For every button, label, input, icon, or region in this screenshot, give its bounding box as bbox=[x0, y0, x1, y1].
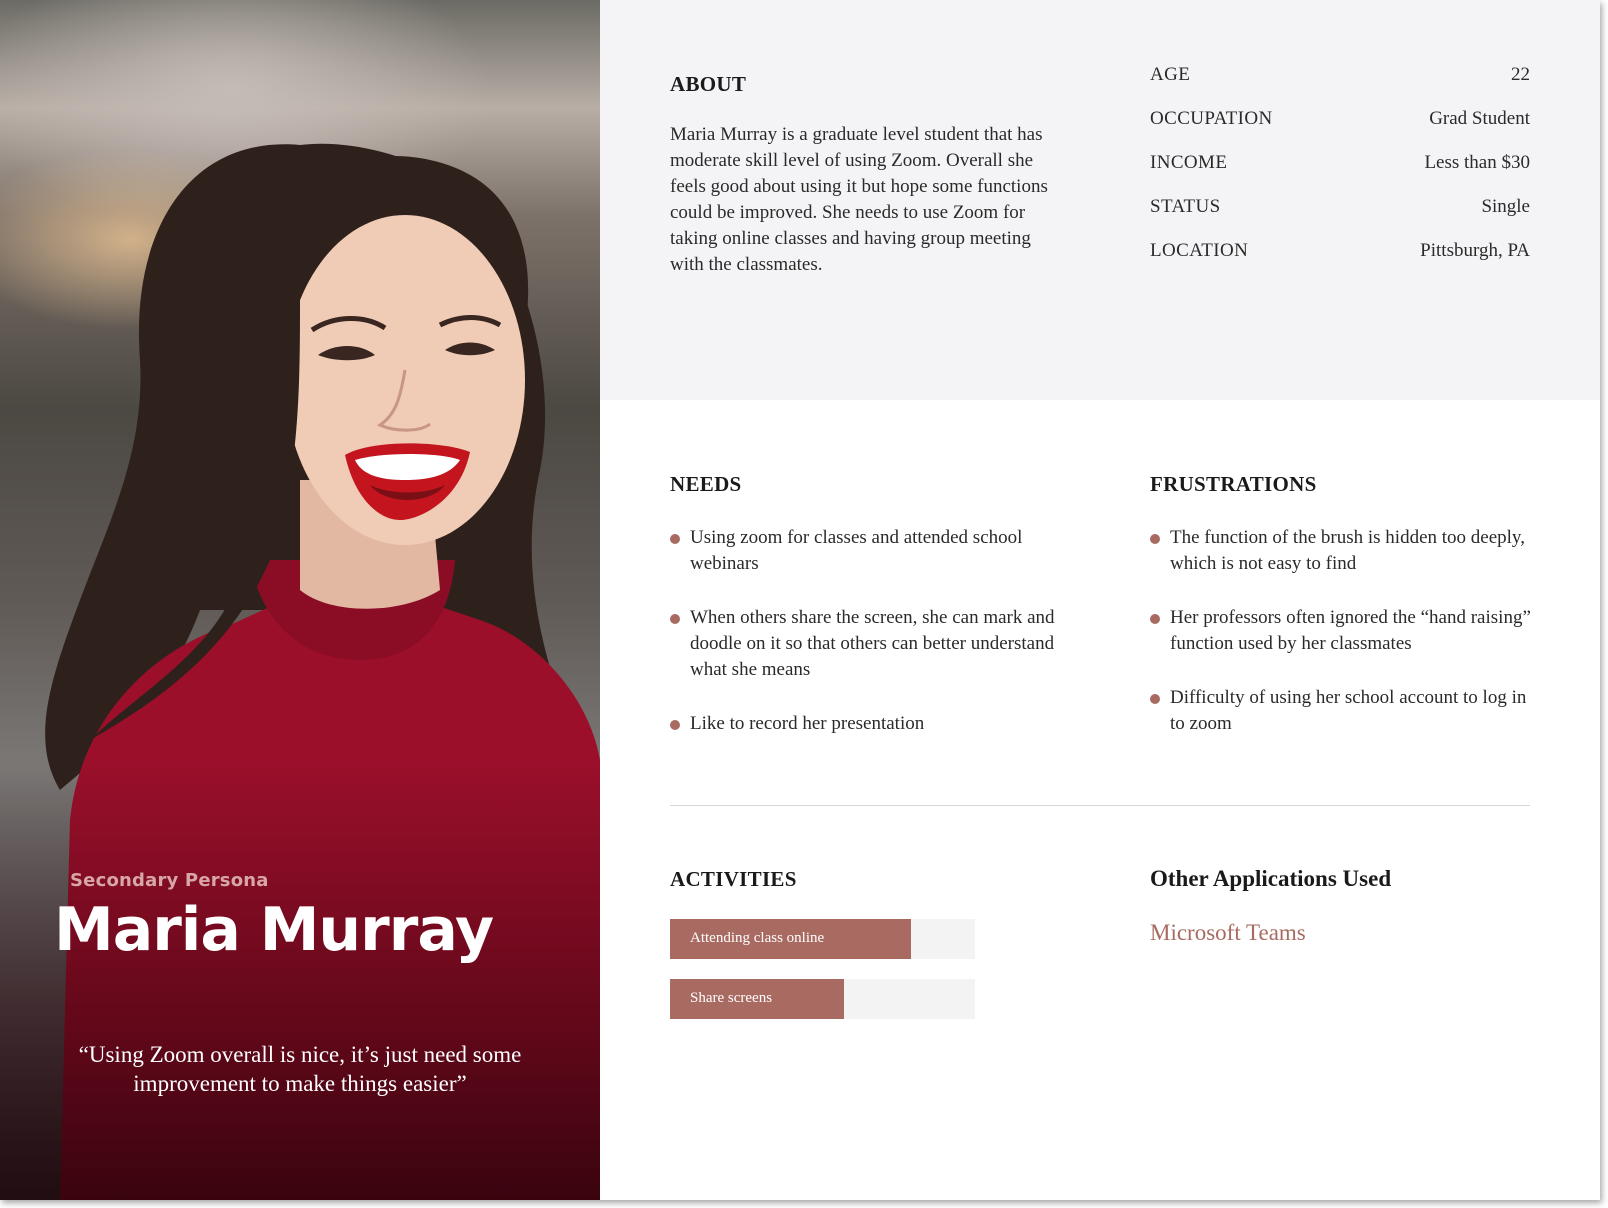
needs-list: Using zoom for classes and attended scho… bbox=[670, 525, 1060, 765]
need-text: Like to record her presentation bbox=[690, 713, 925, 734]
persona-name: Maria Murray bbox=[54, 895, 494, 965]
activity-label: Attending class online bbox=[690, 930, 825, 946]
fact-value: Single bbox=[1481, 196, 1530, 217]
list-item: Difficulty of using her school account t… bbox=[1150, 685, 1540, 737]
fact-label: AGE bbox=[1150, 64, 1191, 85]
bullet-icon bbox=[1150, 614, 1160, 624]
activity-bar-fill: Share screens bbox=[670, 979, 844, 1019]
fact-value: Grad Student bbox=[1429, 108, 1530, 129]
demographics-list: AGE 22 OCCUPATION Grad Student INCOME Le… bbox=[1150, 64, 1530, 284]
list-item: Like to record her presentation bbox=[670, 711, 1060, 737]
frustration-text: The function of the brush is hidden too … bbox=[1170, 527, 1525, 574]
list-item: When others share the screen, she can ma… bbox=[670, 605, 1060, 683]
fact-row-age: AGE 22 bbox=[1150, 64, 1530, 108]
fact-row-occupation: OCCUPATION Grad Student bbox=[1150, 108, 1530, 152]
fact-label: STATUS bbox=[1150, 196, 1221, 217]
activity-label: Share screens bbox=[690, 990, 773, 1006]
fact-row-income: INCOME Less than $30 bbox=[1150, 152, 1530, 196]
list-item: Using zoom for classes and attended scho… bbox=[670, 525, 1060, 577]
fact-label: INCOME bbox=[1150, 152, 1228, 173]
photo-shade bbox=[0, 760, 600, 1200]
frustration-text: Her professors often ignored the “hand r… bbox=[1170, 607, 1531, 654]
frustrations-heading: FRUSTRATIONS bbox=[1150, 472, 1317, 496]
persona-card: Secondary Persona Maria Murray “Using Zo… bbox=[0, 0, 1600, 1200]
about-heading: ABOUT bbox=[670, 72, 747, 96]
fact-label: OCCUPATION bbox=[1150, 108, 1273, 129]
frustrations-list: The function of the brush is hidden too … bbox=[1150, 525, 1540, 765]
bullet-icon bbox=[670, 534, 680, 544]
fact-label: LOCATION bbox=[1150, 240, 1249, 261]
fact-value: Less than $30 bbox=[1424, 152, 1530, 173]
need-text: When others share the screen, she can ma… bbox=[690, 607, 1055, 680]
activity-bar-track: Attending class online bbox=[670, 919, 975, 959]
bullet-icon bbox=[670, 614, 680, 624]
frustration-text: Difficulty of using her school account t… bbox=[1170, 687, 1527, 734]
fact-row-status: STATUS Single bbox=[1150, 196, 1530, 240]
fact-value: Pittsburgh, PA bbox=[1420, 240, 1530, 261]
need-text: Using zoom for classes and attended scho… bbox=[690, 527, 1023, 574]
persona-quote: “Using Zoom overall is nice, it’s just n… bbox=[78, 1042, 522, 1096]
fact-value: 22 bbox=[1511, 64, 1530, 85]
bullet-icon bbox=[1150, 694, 1160, 704]
bullet-icon bbox=[1150, 534, 1160, 544]
other-apps-heading: Other Applications Used bbox=[1150, 866, 1392, 891]
list-item: Her professors often ignored the “hand r… bbox=[1150, 605, 1540, 657]
section-divider bbox=[670, 805, 1530, 806]
activity-bar-fill: Attending class online bbox=[670, 919, 911, 959]
activity-bar-track: Share screens bbox=[670, 979, 975, 1019]
fact-row-location: LOCATION Pittsburgh, PA bbox=[1150, 240, 1530, 284]
persona-type-label: Secondary Persona bbox=[70, 870, 269, 891]
about-text: Maria Murray is a graduate level student… bbox=[670, 124, 1048, 275]
bullet-icon bbox=[670, 720, 680, 730]
activities-heading: ACTIVITIES bbox=[670, 867, 797, 891]
needs-heading: NEEDS bbox=[670, 472, 742, 496]
list-item: The function of the brush is hidden too … bbox=[1150, 525, 1540, 577]
app-name: Microsoft Teams bbox=[1150, 920, 1306, 945]
persona-photo: Secondary Persona Maria Murray “Using Zo… bbox=[0, 0, 600, 1200]
